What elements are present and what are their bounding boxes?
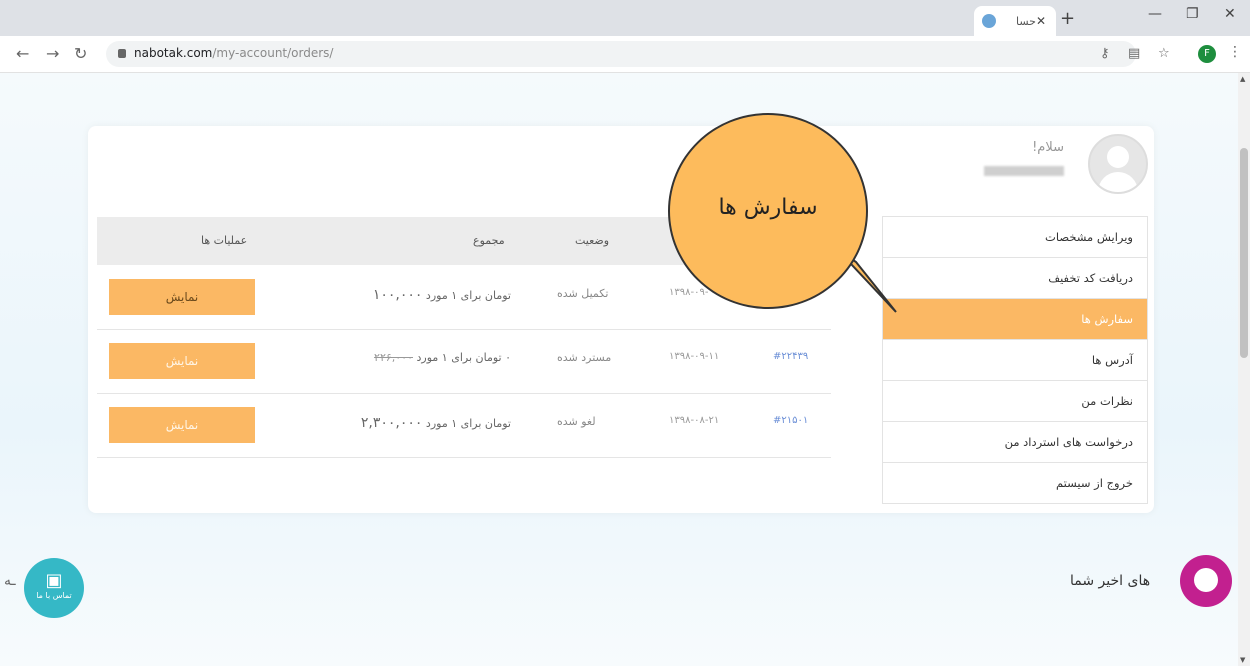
table-row: نمایش ۰ تومان برای ۱ مورد ۲۲۶,۰۰۰ مسترد …	[97, 329, 831, 394]
browser-toolbar: ← → ↻ nabotak.com/my-account/orders/ ⚷ ▤…	[0, 36, 1250, 73]
profile-avatar[interactable]: F	[1198, 45, 1216, 63]
section-edge-text: ـه	[4, 573, 16, 589]
translate-icon[interactable]: ▤	[1128, 46, 1140, 61]
contact-us-label: تماس با ما	[36, 591, 72, 600]
order-total: ۰ تومان برای ۱ مورد ۲۲۶,۰۰۰	[374, 351, 511, 364]
support-button[interactable]	[1180, 555, 1232, 607]
header-status: وضعیت	[575, 234, 610, 247]
forward-icon[interactable]: →	[46, 44, 59, 63]
view-order-button[interactable]: نمایش	[109, 343, 255, 379]
order-id-link[interactable]: #۲۲۴۳۹	[773, 351, 808, 362]
order-date: ۱۳۹۸-۰۹-۱۱	[669, 351, 720, 362]
sidebar-item-edit-profile[interactable]: ویرایش مشخصات	[883, 217, 1147, 258]
order-status: مسترد شده	[557, 351, 612, 364]
scroll-thumb[interactable]	[1240, 148, 1248, 358]
scroll-down-icon[interactable]: ▼	[1240, 656, 1245, 664]
url-text: nabotak.com/my-account/orders/	[134, 46, 334, 60]
key-icon[interactable]: ⚷	[1100, 46, 1110, 61]
callout-text: سفارش ها	[718, 194, 818, 220]
header-actions: عملیات ها	[201, 234, 248, 247]
restore-icon[interactable]: ❐	[1186, 6, 1199, 22]
table-row: نمایش تومان برای ۱ مورد ۲,۳۰۰,۰۰۰ لغو شد…	[97, 393, 831, 458]
user-avatar	[1088, 134, 1148, 194]
orders-callout: سفارش ها	[668, 113, 868, 309]
recent-section-title: های اخیر شما	[1070, 573, 1151, 589]
account-sidebar: ویرایش مشخصات دریافت کد تخفیف سفارش ها آ…	[882, 216, 1148, 504]
minimize-icon[interactable]: —	[1148, 6, 1162, 22]
sidebar-item-logout[interactable]: خروج از سیستم	[883, 463, 1147, 503]
chat-icon: ▣	[45, 570, 63, 591]
sidebar-item-addresses[interactable]: آدرس ها	[883, 340, 1147, 381]
site-favicon-icon	[982, 14, 996, 28]
page-viewport: سلام! ویرایش مشخصات دریافت کد تخفیف سفار…	[0, 73, 1238, 666]
window-close-icon[interactable]: ✕	[1224, 6, 1236, 22]
sidebar-item-orders[interactable]: سفارش ها	[883, 299, 1147, 340]
page-scrollbar[interactable]: ▲ ▼	[1238, 73, 1250, 666]
order-total: تومان برای ۱ مورد ۱۰۰,۰۰۰	[372, 287, 511, 303]
star-icon[interactable]: ☆	[1158, 46, 1170, 61]
sidebar-item-discount-code[interactable]: دریافت کد تخفیف	[883, 258, 1147, 299]
sidebar-item-my-reviews[interactable]: نظرات من	[883, 381, 1147, 422]
tab-title: حسا	[1015, 14, 1036, 28]
order-date: ۱۳۹۸-۰۹-	[669, 287, 709, 298]
browser-tab[interactable]: حسا ✕	[974, 6, 1056, 36]
sidebar-item-refund-requests[interactable]: درخواست های استرداد من	[883, 422, 1147, 463]
contact-us-button[interactable]: ▣ تماس با ما	[24, 558, 84, 618]
view-order-button[interactable]: نمایش	[109, 407, 255, 443]
order-date: ۱۳۹۸-۰۸-۲۱	[669, 415, 720, 426]
new-tab-icon[interactable]: +	[1060, 8, 1075, 29]
greeting-text: سلام!	[1032, 140, 1064, 155]
browser-menu-icon[interactable]: ⋮	[1228, 44, 1242, 60]
scroll-up-icon[interactable]: ▲	[1240, 75, 1245, 83]
order-id-link[interactable]: #۲۱۵۰۱	[773, 415, 808, 426]
close-tab-icon[interactable]: ✕	[1036, 14, 1046, 28]
reload-icon[interactable]: ↻	[74, 44, 87, 63]
order-status: تکمیل شده	[557, 287, 609, 300]
order-total: تومان برای ۱ مورد ۲,۳۰۰,۰۰۰	[360, 415, 511, 431]
address-bar[interactable]: nabotak.com/my-account/orders/	[106, 41, 1136, 67]
browser-tab-bar: حسا ✕ + — ❐ ✕	[0, 0, 1250, 36]
order-status: لغو شده	[557, 415, 596, 428]
username-blurred	[984, 166, 1064, 176]
account-panel: سلام! ویرایش مشخصات دریافت کد تخفیف سفار…	[88, 126, 1154, 513]
header-total: مجموع	[473, 234, 505, 247]
support-icon	[1194, 568, 1218, 592]
view-order-button[interactable]: نمایش	[109, 279, 255, 315]
lock-icon	[118, 49, 126, 58]
back-icon[interactable]: ←	[16, 44, 29, 63]
